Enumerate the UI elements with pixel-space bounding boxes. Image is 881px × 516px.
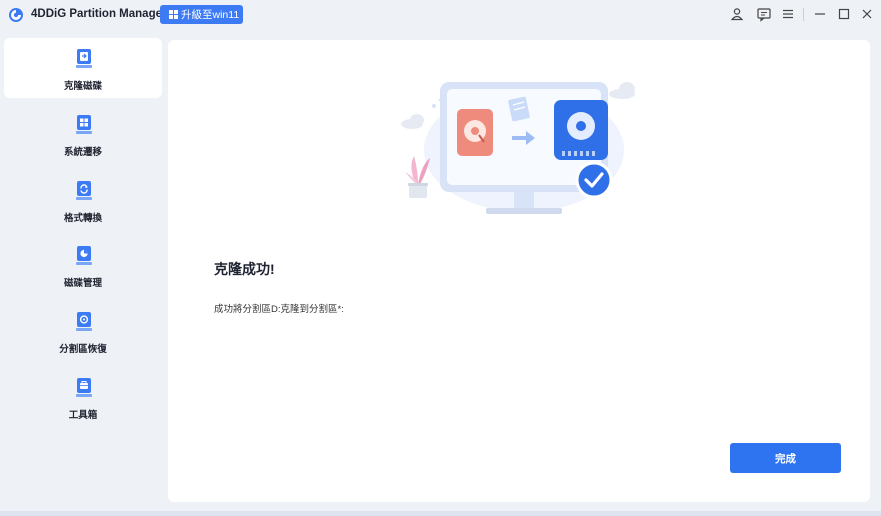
sidebar-item-partition-recovery[interactable]: 分割區恢復: [4, 301, 162, 361]
maximize-icon[interactable]: [836, 6, 852, 22]
sidebar-item-toolbox[interactable]: 工具箱: [4, 367, 162, 427]
upgrade-label: 升級至win11: [181, 9, 240, 21]
result-description: 成功將分割區D:克隆到分割區*:: [214, 304, 344, 315]
sidebar-item-clone-disk[interactable]: 克隆磁碟: [4, 38, 162, 98]
close-icon[interactable]: [859, 6, 875, 22]
windows-icon: [169, 10, 178, 19]
sidebar-item-format-convert[interactable]: 格式轉換: [4, 170, 162, 230]
sidebar-item-label: 克隆磁碟: [63, 81, 102, 92]
user-icon[interactable]: [729, 6, 745, 22]
clone-success-illustration: [401, 82, 635, 214]
app-logo-icon: [9, 8, 23, 22]
sidebar-item-label: 系統遷移: [63, 147, 102, 158]
sidebar-item-label: 工具箱: [68, 410, 98, 421]
sidebar-item-system-migrate[interactable]: 系統遷移: [4, 104, 162, 164]
sidebar-item-label: 格式轉換: [63, 213, 102, 224]
result-title: 克隆成功!: [214, 261, 275, 277]
sidebar-item-label: 分割區恢復: [59, 344, 107, 355]
minimize-icon[interactable]: [812, 6, 828, 22]
toolbox-icon: [76, 378, 92, 397]
disk-manage-icon: [76, 246, 92, 265]
app-title: 4DDiG Partition Manager: [31, 8, 167, 20]
sidebar-item-disk-manage[interactable]: 磁碟管理: [4, 235, 162, 295]
partition-recovery-icon: [76, 312, 92, 331]
sidebar-item-label: 磁碟管理: [63, 278, 102, 289]
system-migrate-icon: [76, 115, 92, 134]
done-button[interactable]: 完成: [730, 443, 841, 473]
upgrade-win11-button[interactable]: 升級至win11: [160, 5, 243, 24]
titlebar-divider: [803, 8, 804, 21]
menu-icon[interactable]: [780, 6, 796, 22]
feedback-icon[interactable]: [756, 6, 772, 22]
main-panel: 克隆成功! 成功將分割區D:克隆到分割區*: 完成: [168, 40, 870, 502]
clone-disk-icon: [76, 49, 92, 68]
title-bar: 4DDiG Partition Manager 升級至win11: [0, 0, 881, 30]
bottom-strip: [0, 511, 881, 516]
format-convert-icon: [76, 181, 92, 200]
sidebar: 克隆磁碟 系統遷移 格式轉換 磁碟管理 分割區恢復 工具箱: [0, 38, 165, 508]
